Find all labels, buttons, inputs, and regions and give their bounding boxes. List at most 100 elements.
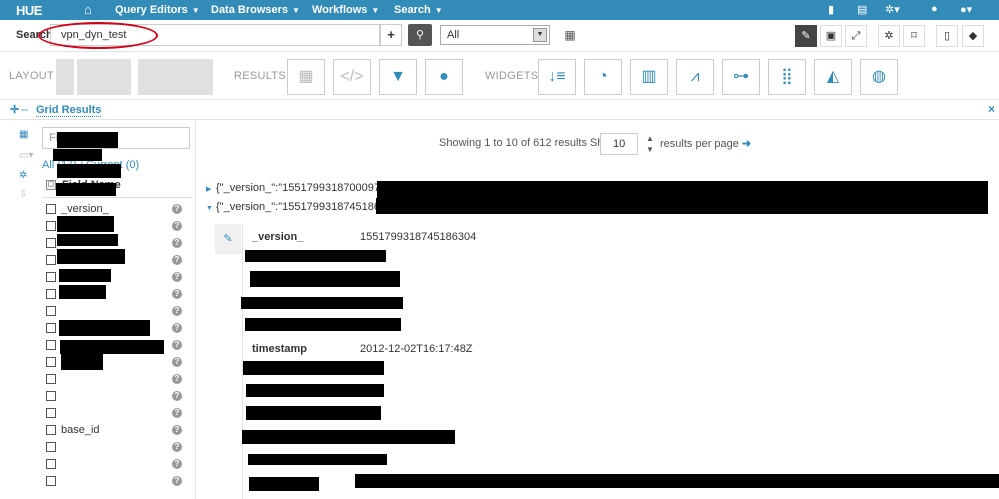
field-checkbox[interactable] bbox=[46, 221, 56, 231]
bar-chart-icon[interactable]: ▥ bbox=[630, 59, 668, 95]
help-icon[interactable]: ? bbox=[172, 374, 182, 384]
help-icon[interactable]: ? bbox=[172, 476, 182, 486]
redacted-block bbox=[246, 406, 381, 420]
search-button[interactable]: ⚲ bbox=[408, 24, 432, 46]
pie-chart-icon[interactable]: ◔ bbox=[584, 59, 622, 95]
field-checkbox[interactable] bbox=[46, 238, 56, 248]
move-icon[interactable]: ✛⇔ bbox=[10, 103, 30, 116]
field-checkbox[interactable] bbox=[46, 204, 56, 214]
help-icon[interactable]: ? bbox=[172, 442, 182, 452]
add-button[interactable]: + bbox=[380, 24, 402, 46]
edit-record-icon[interactable]: ✎ bbox=[215, 224, 241, 254]
collection-select[interactable]: All ▼ bbox=[440, 25, 550, 45]
field-row[interactable]: ? bbox=[46, 303, 190, 320]
file-button[interactable]: ▯ bbox=[936, 25, 958, 47]
user-icon[interactable]: ●▾ bbox=[960, 3, 972, 16]
field-checkbox[interactable] bbox=[46, 340, 56, 350]
help-icon[interactable]: ? bbox=[172, 323, 182, 333]
filter-icon[interactable]: ▼ bbox=[379, 59, 417, 95]
field-row[interactable]: ? bbox=[46, 388, 190, 405]
search-input[interactable] bbox=[50, 24, 380, 46]
expand-button[interactable]: ⤢ bbox=[845, 25, 867, 47]
help-icon[interactable]: ? bbox=[172, 238, 182, 248]
menu-workflows[interactable]: Workflows ▼ bbox=[312, 4, 379, 16]
grid-icon[interactable]: ▦ bbox=[287, 59, 325, 95]
layout-option-3[interactable] bbox=[138, 59, 213, 95]
field-row[interactable]: ? bbox=[46, 371, 190, 388]
menu-search[interactable]: Search ▼ bbox=[394, 4, 443, 16]
layout-option-2[interactable] bbox=[77, 59, 131, 95]
chevron-down-icon: ▼ bbox=[533, 28, 547, 42]
calendar-icon[interactable]: ▦ bbox=[560, 25, 580, 45]
field-checkbox[interactable] bbox=[46, 442, 56, 452]
field-checkbox[interactable] bbox=[46, 306, 56, 316]
help-icon[interactable]: ? bbox=[172, 340, 182, 350]
caret-down-icon[interactable]: ▼ bbox=[206, 205, 216, 212]
result-record[interactable]: ▶ {"_version_":"155179931870009753 bbox=[206, 182, 392, 196]
book-icon[interactable]: ▤ bbox=[857, 3, 867, 16]
field-row[interactable]: ? bbox=[46, 456, 190, 473]
field-checkbox[interactable] bbox=[46, 408, 56, 418]
field-row[interactable]: base_id? bbox=[46, 422, 190, 439]
file-icon[interactable]: ▮ bbox=[828, 3, 834, 16]
tag-button[interactable]: ◆ bbox=[962, 25, 984, 47]
sort-amount-icon[interactable]: ↓≡ bbox=[538, 59, 576, 95]
caret-right-icon[interactable]: ▶ bbox=[206, 185, 216, 193]
line-chart-icon[interactable]: ⩘ bbox=[676, 59, 714, 95]
map-marker-icon[interactable]: ● bbox=[425, 59, 463, 95]
help-icon[interactable]: ? bbox=[172, 255, 182, 265]
code-icon[interactable]: </> bbox=[333, 59, 371, 95]
field-checkbox[interactable] bbox=[46, 391, 56, 401]
settings-icon[interactable]: ✲▾ bbox=[885, 3, 900, 16]
help-icon[interactable]: ? bbox=[172, 272, 182, 282]
grid-dots-icon[interactable]: ⣿ bbox=[768, 59, 806, 95]
arrow-right-icon[interactable]: ➜ bbox=[742, 138, 751, 150]
menu-query-editors[interactable]: Query Editors ▼ bbox=[115, 4, 200, 16]
save-button[interactable]: ▣ bbox=[820, 25, 842, 47]
field-checkbox[interactable] bbox=[46, 289, 56, 299]
home-icon[interactable]: ⌂ bbox=[84, 2, 92, 17]
field-checkbox[interactable] bbox=[46, 476, 56, 486]
field-checkbox[interactable] bbox=[46, 425, 56, 435]
chart-view-icon[interactable]: ▭▾ bbox=[19, 150, 33, 161]
help-icon[interactable]: ? bbox=[172, 408, 182, 418]
grid-results-title[interactable]: Grid Results bbox=[36, 104, 102, 117]
gear-icon[interactable]: ✲ bbox=[19, 170, 27, 181]
help-icon[interactable]: ? bbox=[172, 289, 182, 299]
menu-data-browsers[interactable]: Data Browsers ▼ bbox=[211, 4, 300, 16]
tree-icon[interactable]: ⊶ bbox=[722, 59, 760, 95]
bookmark-button[interactable]: ⌑ bbox=[903, 25, 925, 47]
help-icon[interactable]: ? bbox=[172, 306, 182, 316]
field-checkbox[interactable] bbox=[46, 272, 56, 282]
select-all-checkbox[interactable]: ▢ bbox=[46, 180, 56, 190]
help-icon[interactable]: ● bbox=[931, 3, 938, 15]
per-page-spinner[interactable]: ▲ ▼ bbox=[644, 133, 656, 155]
field-row[interactable]: ? bbox=[46, 473, 190, 490]
layout-option-1[interactable] bbox=[56, 59, 74, 95]
help-icon[interactable]: ? bbox=[172, 204, 182, 214]
per-page-input[interactable] bbox=[600, 133, 638, 155]
field-row[interactable]: ? bbox=[46, 405, 190, 422]
redacted-block bbox=[57, 234, 118, 246]
help-icon[interactable]: ? bbox=[172, 391, 182, 401]
help-icon[interactable]: ? bbox=[172, 221, 182, 231]
field-row[interactable]: ? bbox=[46, 439, 190, 456]
field-checkbox[interactable] bbox=[46, 357, 56, 367]
globe-icon[interactable]: ◍ bbox=[860, 59, 898, 95]
download-icon[interactable]: ⇩ bbox=[19, 189, 27, 200]
close-icon[interactable]: × bbox=[988, 102, 995, 116]
field-checkbox[interactable] bbox=[46, 323, 56, 333]
help-icon[interactable]: ? bbox=[172, 425, 182, 435]
grid-view-icon[interactable]: ▦ bbox=[19, 129, 28, 140]
field-checkbox[interactable] bbox=[46, 459, 56, 469]
help-icon[interactable]: ? bbox=[172, 357, 182, 367]
settings-button[interactable]: ✲ bbox=[878, 25, 900, 47]
redacted-block bbox=[59, 285, 106, 299]
help-icon[interactable]: ? bbox=[172, 459, 182, 469]
result-record[interactable]: ▼ {"_version_":"155179931874518630 bbox=[206, 201, 392, 215]
field-checkbox[interactable] bbox=[46, 374, 56, 384]
edit-button[interactable]: ✎ bbox=[795, 25, 817, 47]
hue-logo[interactable]: HUE bbox=[16, 3, 42, 18]
field-checkbox[interactable] bbox=[46, 255, 56, 265]
area-chart-icon[interactable]: ◭ bbox=[814, 59, 852, 95]
